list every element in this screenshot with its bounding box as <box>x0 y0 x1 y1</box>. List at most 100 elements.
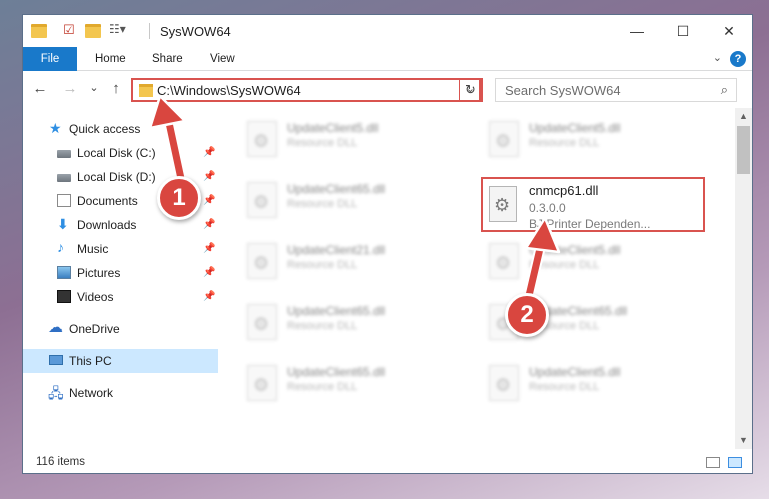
highlighted-file-cnmcp61[interactable]: cnmcp61.dll 0.3.0.0 BJ Printer Dependen.… <box>481 177 705 232</box>
file-name: UpdateClient65.dll <box>287 182 386 196</box>
file-name: cnmcp61.dll <box>529 183 599 198</box>
title-separator <box>149 23 150 39</box>
dll-file-icon <box>247 121 277 157</box>
scroll-thumb[interactable] <box>737 126 750 174</box>
details-view-icon[interactable] <box>706 457 720 468</box>
sidebar-item-network[interactable]: 🖧 Network <box>23 381 218 405</box>
pin-icon: 📌 <box>203 171 216 182</box>
up-button[interactable]: ↑ <box>107 80 125 97</box>
maximize-button[interactable]: ☐ <box>660 15 706 47</box>
file-name: UpdateClient5.dll <box>287 121 379 135</box>
address-bar[interactable]: C:\Windows\SysWOW64 ⌄ <box>131 78 481 102</box>
list-item[interactable]: UpdateClient65.dll Resource DLL <box>239 357 459 413</box>
sidebar-item-label: Network <box>69 386 114 400</box>
sidebar-item-label: Local Disk (D:) <box>77 170 156 184</box>
sidebar-item-videos[interactable]: Videos 📌 <box>23 285 218 309</box>
step-1-badge: 1 <box>157 176 201 220</box>
list-item[interactable]: UpdateClient65.dll Resource DLL <box>239 296 459 352</box>
list-item[interactable]: UpdateClient65.dll Resource DLL <box>239 174 459 230</box>
download-icon: ⬇ <box>57 216 69 232</box>
status-bar: 116 items <box>23 449 752 473</box>
search-input[interactable]: Search SysWOW64 ⌕ <box>495 78 737 102</box>
close-button[interactable]: ✕ <box>706 15 752 47</box>
explorer-window: ☑ ☷▾ SysWOW64 — ☐ ✕ File Home Share View… <box>22 14 753 474</box>
documents-icon <box>57 194 71 207</box>
refresh-button[interactable]: ↻ <box>459 78 483 102</box>
sidebar-item-quick-access[interactable]: ★ Quick access <box>23 117 218 141</box>
scroll-up-icon[interactable]: ▲ <box>735 108 752 125</box>
file-version: 0.3.0.0 <box>529 201 566 215</box>
pin-icon: 📌 <box>203 291 216 302</box>
sidebar-item-this-pc[interactable]: This PC <box>23 349 218 373</box>
list-item[interactable]: UpdateClient5.dll Resource DLL <box>481 113 701 169</box>
sidebar-item-label: OneDrive <box>69 322 120 336</box>
search-placeholder: Search SysWOW64 <box>505 83 621 98</box>
dll-file-icon <box>247 243 277 279</box>
file-type: Resource DLL <box>529 137 600 149</box>
cloud-icon: ☁ <box>48 319 63 336</box>
back-button[interactable]: ← <box>31 80 49 97</box>
videos-icon <box>57 290 71 303</box>
sidebar-item-local-disk-c[interactable]: Local Disk (C:) 📌 <box>23 141 218 165</box>
file-name: UpdateClient65.dll <box>287 365 386 379</box>
dll-file-icon <box>489 121 519 157</box>
sidebar-item-label: Videos <box>77 290 114 304</box>
tab-share[interactable]: Share <box>140 47 195 71</box>
properties-icon[interactable]: ☑ <box>63 22 79 37</box>
sidebar-item-label: Local Disk (C:) <box>77 146 156 160</box>
file-type: Resource DLL <box>529 381 600 393</box>
scroll-down-icon[interactable]: ▼ <box>735 432 752 449</box>
network-icon: 🖧 <box>48 385 64 401</box>
pin-icon: 📌 <box>203 195 216 206</box>
pin-icon: 📌 <box>203 219 216 230</box>
sidebar-item-label: Downloads <box>77 218 137 232</box>
list-item[interactable]: UpdateClient5.dll Resource DLL <box>239 113 459 169</box>
list-item[interactable]: UpdateClient5.dll Resource DLL <box>481 235 701 291</box>
tab-home[interactable]: Home <box>83 47 138 71</box>
file-type: Resource DLL <box>287 320 358 332</box>
dll-file-icon <box>247 182 277 218</box>
recent-locations-button[interactable]: ⌄ <box>85 81 103 94</box>
sidebar-item-label: Music <box>77 242 109 256</box>
dll-file-icon <box>247 304 277 340</box>
forward-button[interactable]: → <box>61 80 79 97</box>
expand-ribbon-icon[interactable]: ⌄ <box>713 51 722 64</box>
file-name: UpdateClient5.dll <box>529 365 621 379</box>
vertical-scrollbar[interactable]: ▲ ▼ <box>735 108 752 449</box>
sidebar-item-pictures[interactable]: Pictures 📌 <box>23 261 218 285</box>
file-type: Resource DLL <box>287 381 358 393</box>
dll-file-icon <box>489 243 519 279</box>
tab-view[interactable]: View <box>198 47 247 71</box>
minimize-button[interactable]: — <box>614 15 660 47</box>
new-folder-icon[interactable] <box>85 24 101 38</box>
sidebar-item-onedrive[interactable]: ☁ OneDrive <box>23 317 218 341</box>
navigation-pane: ★ Quick access Local Disk (C:) 📌 Local D… <box>23 108 218 449</box>
item-count: 116 items <box>36 456 86 468</box>
file-description: BJ Printer Dependen... <box>529 217 651 231</box>
search-icon[interactable]: ⌕ <box>721 82 728 98</box>
sidebar-item-music[interactable]: ♪ Music 📌 <box>23 237 218 261</box>
title-bar: ☑ ☷▾ SysWOW64 — ☐ ✕ <box>23 15 752 47</box>
window-title: SysWOW64 <box>160 24 231 39</box>
file-type: Resource DLL <box>529 259 600 271</box>
pin-icon: 📌 <box>203 267 216 278</box>
list-item[interactable]: UpdateClient5.dll Resource DLL <box>481 357 701 413</box>
folder-icon <box>139 84 153 97</box>
pc-icon <box>49 355 63 365</box>
step-2-badge: 2 <box>505 293 549 337</box>
file-name: UpdateClient5.dll <box>529 121 621 135</box>
customize-toolbar-icon[interactable]: ☷▾ <box>109 22 126 36</box>
tab-file[interactable]: File <box>23 47 77 71</box>
file-type: Resource DLL <box>287 198 358 210</box>
address-path[interactable]: C:\Windows\SysWOW64 <box>157 83 301 98</box>
sidebar-item-label: This PC <box>69 354 112 368</box>
folder-icon <box>31 24 47 38</box>
file-list: UpdateClient5.dll Resource DLL UpdateCli… <box>219 108 735 449</box>
sidebar-item-label: Pictures <box>77 266 121 280</box>
large-icons-view-icon[interactable] <box>728 457 742 468</box>
file-name: UpdateClient65.dll <box>287 304 386 318</box>
list-item[interactable]: UpdateClient21.dll Resource DLL <box>239 235 459 291</box>
help-icon[interactable]: ? <box>730 51 746 67</box>
star-icon: ★ <box>49 120 62 136</box>
ribbon: File Home Share View ⌄ ? <box>23 47 752 71</box>
